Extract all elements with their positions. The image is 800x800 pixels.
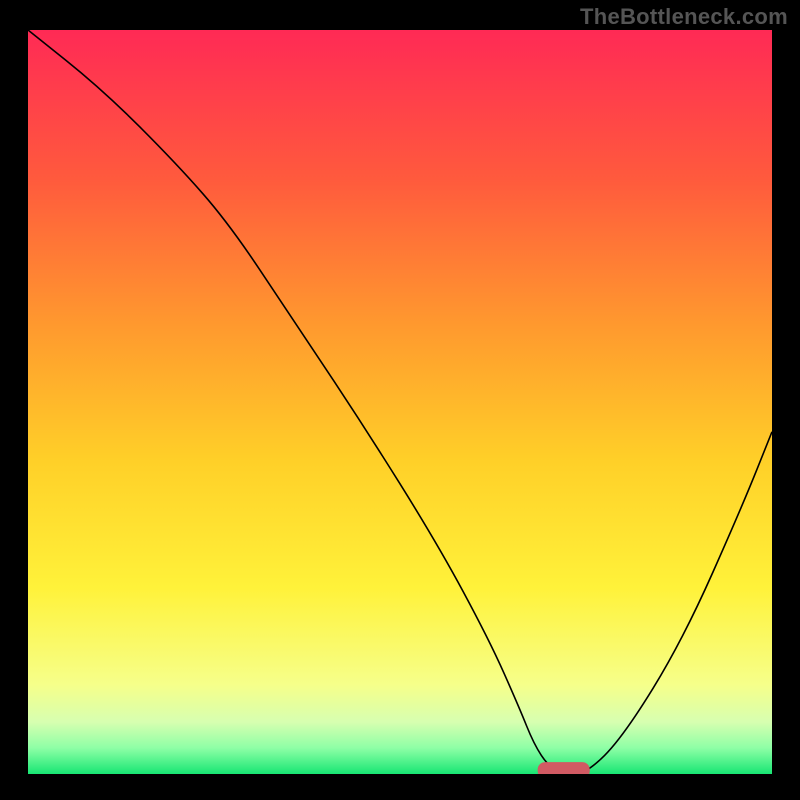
bottleneck-chart xyxy=(28,30,772,774)
gradient-background xyxy=(28,30,772,774)
chart-frame: TheBottleneck.com xyxy=(0,0,800,800)
watermark-text: TheBottleneck.com xyxy=(580,4,788,30)
optimal-marker xyxy=(538,762,590,774)
